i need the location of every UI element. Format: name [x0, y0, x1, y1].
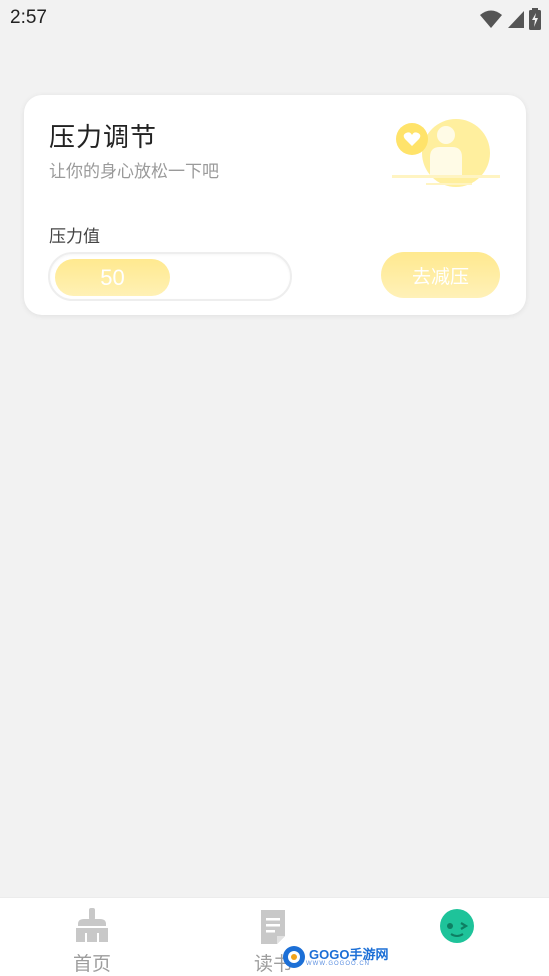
card-title: 压力调节 [49, 123, 158, 153]
watermark-sub: WWW.GOGOO.CN [306, 960, 370, 967]
status-time: 2:57 [10, 7, 47, 28]
status-icons [479, 8, 541, 30]
person-heart-illustration [392, 119, 500, 187]
nav-label-home: 首页 [72, 953, 111, 975]
nav-item-relax[interactable] [397, 898, 517, 976]
watermark: GOGO手游网 WWW.GOGOO.CN [282, 940, 390, 974]
gamepad-logo-icon [283, 946, 305, 968]
wifi-icon [480, 10, 502, 28]
pressure-card: 压力调节 让你的身心放松一下吧 压力值 50 去减压 [24, 95, 526, 315]
pressure-slider-fill[interactable]: 50 [55, 259, 170, 296]
signal-icon [508, 11, 524, 28]
battery-charging-icon [529, 8, 541, 30]
watermark-text: GOGO手游网 [309, 946, 389, 962]
broom-icon [72, 906, 112, 946]
bottom-nav: 首页 读书 [0, 897, 549, 976]
pressure-label: 压力值 [49, 227, 100, 247]
pressure-slider[interactable]: 50 [48, 252, 292, 301]
relieve-pressure-button[interactable]: 去减压 [381, 252, 500, 298]
card-subtitle: 让你的身心放松一下吧 [49, 162, 219, 182]
smiley-face-icon [437, 906, 477, 946]
nav-item-home[interactable]: 首页 [32, 898, 152, 976]
status-bar: 2:57 [0, 0, 549, 38]
pressure-value: 50 [100, 264, 125, 290]
